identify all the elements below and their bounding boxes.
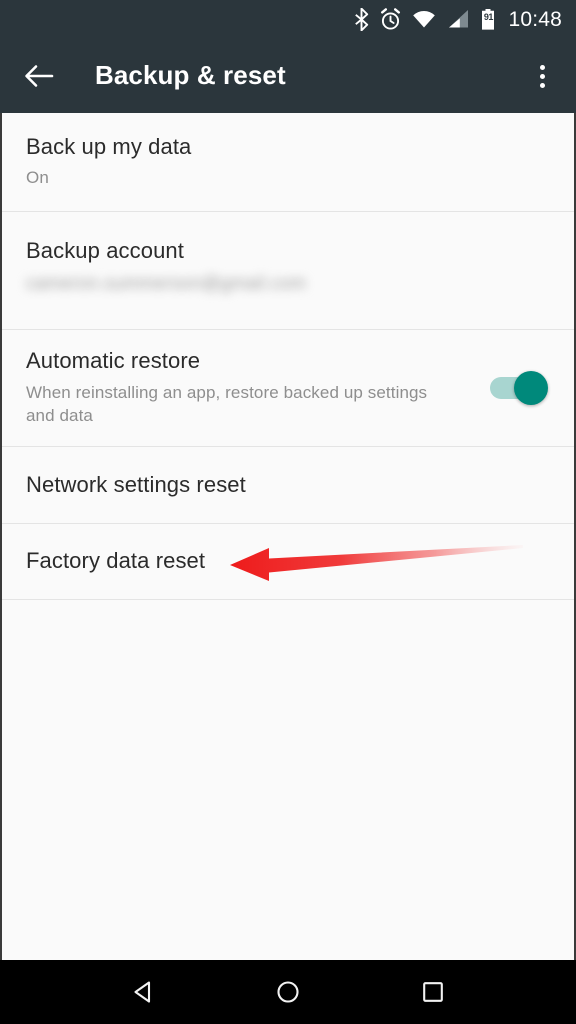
list-item-text: Back up my data On: [26, 134, 550, 190]
arrow-left-icon: [25, 64, 54, 87]
list-item-subtitle: When reinstalling an app, restore backed…: [26, 382, 428, 425]
bluetooth-icon: [355, 7, 369, 31]
list-item-title: Automatic restore: [26, 348, 201, 374]
list-item-title: Back up my data: [26, 133, 192, 159]
list-item-factory-data-reset[interactable]: Factory data reset: [2, 524, 574, 600]
more-vertical-icon-dot: [539, 82, 545, 88]
list-item-title: Backup account: [26, 238, 184, 263]
phone-screen: 91 10:48 Backup & reset Back up my data …: [0, 0, 576, 1024]
nav-home-button[interactable]: [258, 960, 318, 1024]
status-bar-icons: 91: [354, 7, 496, 31]
app-bar: Backup & reset: [0, 38, 576, 113]
page-title: Backup & reset: [95, 60, 286, 90]
settings-content: Back up my data On Backup account camero…: [0, 113, 576, 960]
list-item-title: Factory data reset: [26, 548, 206, 574]
nav-recents-button[interactable]: [403, 960, 463, 1024]
status-bar-clock: 10:48: [508, 7, 562, 31]
back-navigation-button[interactable]: [8, 38, 70, 113]
list-item-back-up-my-data[interactable]: Back up my data On: [2, 113, 574, 212]
nav-back-button[interactable]: [113, 960, 173, 1024]
system-navigation-bar: [0, 960, 576, 1024]
list-item-backup-account[interactable]: Backup account cameron.summerson@gmail.c…: [2, 212, 574, 330]
list-item-network-settings-reset[interactable]: Network settings reset: [2, 447, 574, 524]
recents-square-icon: [423, 982, 444, 1002]
list-item-text: Backup account cameron.summerson@gmail.c…: [26, 238, 550, 294]
list-item-automatic-restore[interactable]: Automatic restore When reinstalling an a…: [2, 330, 574, 447]
overflow-menu-button[interactable]: [522, 56, 562, 96]
list-item-text: Network settings reset: [26, 472, 550, 498]
more-vertical-icon-dot: [539, 73, 545, 79]
list-item-text: Factory data reset: [26, 548, 550, 574]
status-bar: 91 10:48: [0, 0, 576, 38]
battery-percent-label: 91: [483, 11, 494, 22]
list-item-title: Network settings reset: [26, 471, 246, 497]
cellular-signal-icon: [449, 9, 469, 27]
automatic-restore-toggle[interactable]: [490, 371, 548, 405]
home-circle-icon: [277, 981, 299, 1003]
backup-account-email-redacted: cameron.summerson@gmail.com: [26, 273, 307, 294]
alarm-icon: [381, 7, 401, 30]
toggle-thumb: [514, 371, 548, 405]
battery-icon: 91: [480, 8, 496, 31]
wifi-icon: [413, 10, 436, 27]
back-triangle-icon: [134, 981, 150, 1003]
list-item-text: Automatic restore When reinstalling an a…: [26, 348, 490, 427]
more-vertical-icon-dot: [539, 64, 545, 70]
list-item-subtitle: On: [26, 168, 49, 188]
